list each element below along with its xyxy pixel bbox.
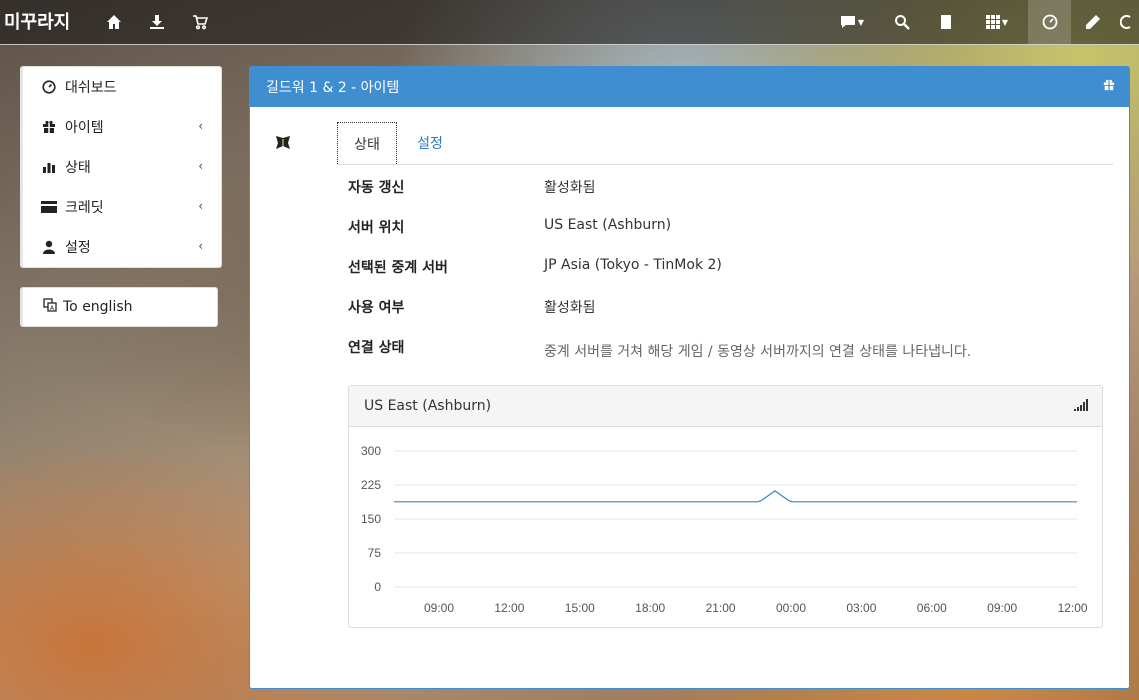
info-label: 사용 여부 xyxy=(348,300,405,316)
y-tick-label: 300 xyxy=(361,444,381,458)
translate-icon: A xyxy=(43,298,57,316)
x-tick-label: 09:00 xyxy=(987,601,1017,615)
search-icon[interactable] xyxy=(882,0,922,44)
gift-icon xyxy=(41,119,57,135)
sidebar-item-settings[interactable]: 설정 ‹ xyxy=(23,227,221,267)
sidebar-item-items[interactable]: 아이템 ‹ xyxy=(23,107,221,147)
info-value: JP Asia (Tokyo - TinMok 2) xyxy=(544,257,722,273)
tab-label: 설정 xyxy=(417,136,443,152)
tab-settings[interactable]: 설정 xyxy=(405,122,455,164)
info-value: 활성화됨 xyxy=(544,180,596,196)
sidebar-item-label: 크레딧 xyxy=(65,200,104,216)
info-row-connection-status: 연결 상태 중계 서버를 거쳐 해당 게임 / 동영상 서버까지의 연결 상태를… xyxy=(348,337,971,360)
book-icon[interactable] xyxy=(926,0,966,44)
x-tick-label: 15:00 xyxy=(565,601,595,615)
sidebar-item-credit[interactable]: 크레딧 ‹ xyxy=(23,187,221,227)
top-navbar: 미꾸라지 ▼ ▼ xyxy=(0,0,1139,45)
brand-title[interactable]: 미꾸라지 xyxy=(4,8,70,34)
x-tick-label: 21:00 xyxy=(706,601,736,615)
tab-bar: 상태 설정 xyxy=(337,122,1113,165)
x-tick-label: 09:00 xyxy=(424,601,454,615)
info-value: US East (Ashburn) xyxy=(544,217,672,233)
language-button-label: To english xyxy=(63,299,133,315)
y-tick-label: 0 xyxy=(374,580,381,594)
info-label: 서버 위치 xyxy=(348,220,405,236)
sidebar-item-status[interactable]: 상태 ‹ xyxy=(23,147,221,187)
chart-title: US East (Ashburn) xyxy=(364,398,492,414)
x-tick-label: 12:00 xyxy=(1058,601,1088,615)
info-row-relay-server: 선택된 중계 서버 JP Asia (Tokyo - TinMok 2) xyxy=(348,257,722,277)
chevron-left-icon: ‹ xyxy=(198,119,203,133)
x-tick-label: 12:00 xyxy=(494,601,524,615)
home-icon[interactable] xyxy=(94,0,134,44)
bar-chart-icon xyxy=(41,159,57,175)
user-icon xyxy=(41,239,57,255)
latency-series-line xyxy=(394,490,1077,503)
chevron-left-icon: ‹ xyxy=(198,199,203,213)
info-row-server-location: 서버 위치 US East (Ashburn) xyxy=(348,217,671,237)
cart-icon[interactable] xyxy=(180,0,220,44)
sidebar-item-label: 아이템 xyxy=(65,120,104,136)
info-row-auto-refresh: 자동 갱신 활성화됨 xyxy=(348,177,596,197)
info-row-usage: 사용 여부 활성화됨 xyxy=(348,297,596,317)
y-tick-label: 75 xyxy=(368,546,382,560)
tab-status[interactable]: 상태 xyxy=(337,122,397,164)
chart-header: US East (Ashburn) xyxy=(349,386,1102,427)
sidebar-item-label: 설정 xyxy=(65,240,91,256)
info-label: 선택된 중계 서버 xyxy=(348,260,448,276)
sidebar-item-dashboard[interactable]: 대쉬보드 xyxy=(23,67,221,107)
item-panel: 길드워 1 & 2 - 아이템 상태 설정 자동 갱신 활성화됨 서버 위치 U… xyxy=(249,66,1130,689)
x-tick-label: 03:00 xyxy=(846,601,876,615)
y-tick-label: 225 xyxy=(361,478,381,492)
download-icon[interactable] xyxy=(137,0,177,44)
info-label: 자동 갱신 xyxy=(348,180,405,196)
panel-title: 길드워 1 & 2 - 아이템 xyxy=(266,80,400,96)
x-tick-label: 00:00 xyxy=(776,601,806,615)
game-logo-icon xyxy=(274,135,292,155)
latency-line-chart: 300 225 150 75 0 09:00 12:00 15:00 18:00 21:00 00:… xyxy=(361,444,1088,615)
chevron-left-icon: ‹ xyxy=(198,239,203,253)
dashboard-icon xyxy=(41,79,57,95)
credit-card-icon xyxy=(41,199,57,215)
latency-chart-box: US East (Ashburn) 300 225 150 75 0 09:00 12:00… xyxy=(348,385,1103,628)
y-tick-label: 150 xyxy=(361,512,381,526)
gift-icon xyxy=(1103,79,1115,95)
tab-label: 상태 xyxy=(354,136,380,153)
pencil-icon[interactable] xyxy=(1073,0,1113,44)
sidebar-item-label: 상태 xyxy=(65,160,91,176)
panel-header: 길드워 1 & 2 - 아이템 xyxy=(250,67,1129,107)
signal-icon xyxy=(1074,399,1088,415)
dashboard-icon[interactable] xyxy=(1028,0,1071,44)
info-value: 중계 서버를 거쳐 해당 게임 / 동영상 서버까지의 연결 상태를 나타냅니다… xyxy=(544,344,972,360)
sidebar-item-label: 대쉬보드 xyxy=(65,80,117,96)
x-tick-label: 18:00 xyxy=(635,601,665,615)
language-button[interactable]: A To english xyxy=(20,287,218,327)
chat-icon[interactable]: ▼ xyxy=(830,0,874,44)
x-tick-label: 06:00 xyxy=(917,601,947,615)
chevron-left-icon: ‹ xyxy=(198,159,203,173)
info-label: 연결 상태 xyxy=(348,340,405,356)
sidebar-menu: 대쉬보드 아이템 ‹ 상태 ‹ 크레딧 ‹ 설정 ‹ xyxy=(20,66,222,268)
grid-icon[interactable]: ▼ xyxy=(974,0,1020,44)
logout-icon[interactable] xyxy=(1120,0,1139,44)
info-value: 활성화됨 xyxy=(544,300,596,316)
